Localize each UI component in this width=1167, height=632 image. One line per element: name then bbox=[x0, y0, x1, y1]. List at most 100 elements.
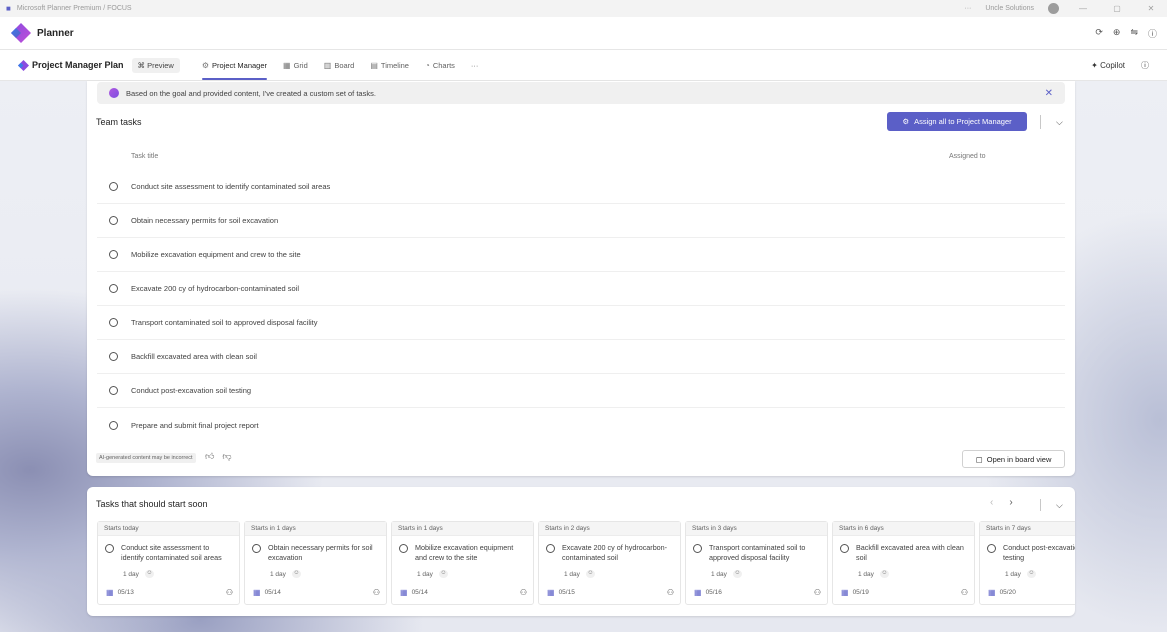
assign-person-icon[interactable]: ⚇ bbox=[667, 588, 674, 597]
tab-project-manager[interactable]: ⚙ Project Manager bbox=[201, 50, 268, 80]
tab-charts[interactable]: ◔ Charts bbox=[425, 50, 455, 80]
task-title: Backfill excavated area with clean soil bbox=[131, 352, 257, 361]
copilot-icon: ⚙ bbox=[201, 60, 209, 70]
start-label: Starts in 7 days bbox=[980, 522, 1075, 536]
copilot-button[interactable]: ✦ Copilot bbox=[1091, 61, 1125, 70]
tab-grid[interactable]: ▦ Grid bbox=[283, 50, 308, 80]
task-checkbox[interactable] bbox=[109, 318, 118, 327]
task-row[interactable]: Backfill excavated area with clean soil bbox=[97, 340, 1065, 374]
task-title: Conduct post-excavation soil testing bbox=[131, 386, 252, 395]
task-card[interactable]: Starts in 1 days Mobilize excavation equ… bbox=[391, 521, 534, 605]
thumbs-up-icon[interactable]: 👍︎ bbox=[205, 451, 214, 462]
task-checkbox[interactable] bbox=[546, 544, 555, 553]
duration: 1 day bbox=[858, 570, 874, 578]
calendar-icon: ▦ bbox=[400, 588, 408, 597]
user-name: Uncle Solutions bbox=[985, 5, 1034, 12]
chevron-right-icon[interactable]: › bbox=[1009, 497, 1012, 508]
globe-icon[interactable]: ⊕ bbox=[1113, 27, 1121, 40]
chevron-down-icon[interactable]: ⌵ bbox=[1056, 500, 1063, 511]
avatar[interactable] bbox=[1048, 3, 1059, 14]
copilot-mini-icon: ☺ bbox=[879, 570, 889, 578]
minimize-button[interactable]: — bbox=[1073, 4, 1093, 13]
app-bar: Planner ⟳ ⊕ ⇋ ⓘ bbox=[0, 17, 1167, 50]
copilot-mini-icon: ☺ bbox=[291, 570, 301, 578]
task-checkbox[interactable] bbox=[109, 420, 118, 430]
start-label: Starts in 1 days bbox=[392, 522, 533, 536]
task-row[interactable]: Transport contaminated soil to approved … bbox=[97, 306, 1065, 340]
chevron-down-icon[interactable]: ⌵ bbox=[1056, 117, 1063, 128]
task-checkbox[interactable] bbox=[399, 544, 408, 553]
assign-person-icon[interactable]: ⚇ bbox=[226, 588, 233, 597]
info-icon[interactable]: ⓘ bbox=[1141, 60, 1149, 71]
refresh-icon[interactable]: ⟳ bbox=[1095, 27, 1103, 40]
task-checkbox[interactable] bbox=[109, 352, 118, 361]
task-card[interactable]: Starts in 2 days Excavate 200 cy of hydr… bbox=[538, 521, 681, 605]
duration: 1 day bbox=[417, 570, 433, 578]
task-checkbox[interactable] bbox=[109, 216, 118, 225]
chart-icon: ◔ bbox=[424, 60, 430, 70]
copilot-mini-icon: ☺ bbox=[585, 570, 595, 578]
task-card[interactable]: Starts in 6 days Backfill excavated area… bbox=[832, 521, 975, 605]
task-card[interactable]: Starts in 1 days Obtain necessary permit… bbox=[244, 521, 387, 605]
task-row[interactable]: Prepare and submit final project report bbox=[97, 408, 1065, 442]
close-window-button[interactable]: ✕ bbox=[1141, 4, 1161, 13]
share-icon[interactable]: ⇋ bbox=[1130, 27, 1138, 40]
maximize-button[interactable]: ▢ bbox=[1107, 4, 1127, 13]
tab-label: Timeline bbox=[380, 60, 409, 70]
due-date: 05/15 bbox=[558, 589, 575, 596]
task-checkbox[interactable] bbox=[109, 284, 118, 293]
col-task-title[interactable]: Task title bbox=[131, 153, 158, 160]
task-checkbox[interactable] bbox=[105, 544, 114, 553]
task-row[interactable]: Obtain necessary permits for soil excava… bbox=[97, 204, 1065, 238]
divider bbox=[1040, 115, 1041, 129]
duration: 1 day bbox=[1005, 570, 1021, 578]
calendar-icon: ▦ bbox=[988, 588, 996, 597]
plan-icon bbox=[18, 59, 29, 71]
task-title: Mobilize excavation equipment and crew t… bbox=[131, 250, 301, 259]
plan-title[interactable]: Project Manager Plan bbox=[32, 60, 124, 70]
task-card[interactable]: Starts today Conduct site assessment to … bbox=[97, 521, 240, 605]
chevron-left-icon[interactable]: ‹ bbox=[990, 497, 993, 508]
preview-badge[interactable]: ⌘ Preview bbox=[131, 57, 180, 73]
window-titlebar: ■ Microsoft Planner Premium / FOCUS ··· … bbox=[0, 0, 1167, 17]
preview-label: Preview bbox=[147, 60, 174, 70]
grid-icon: ▦ bbox=[283, 60, 291, 70]
task-title: Mobilize excavation equipment and crew t… bbox=[415, 543, 514, 562]
assign-person-icon[interactable]: ⚇ bbox=[814, 588, 821, 597]
tab-timeline[interactable]: ▤ Timeline bbox=[370, 50, 409, 80]
col-assigned-to[interactable]: Assigned to bbox=[949, 153, 986, 160]
task-row[interactable]: Conduct site assessment to identify cont… bbox=[97, 170, 1065, 204]
tab-board[interactable]: ▥ Board bbox=[324, 50, 355, 80]
task-row[interactable]: Excavate 200 cy of hydrocarbon-contamina… bbox=[97, 272, 1065, 306]
tab-more[interactable]: ··· bbox=[471, 50, 479, 80]
thumbs-down-icon[interactable]: 👎︎ bbox=[222, 451, 231, 462]
duration: 1 day bbox=[564, 570, 580, 578]
close-icon[interactable]: ✕ bbox=[1045, 88, 1053, 99]
task-checkbox[interactable] bbox=[109, 182, 118, 191]
task-card[interactable]: Starts in 7 days Conduct post-excavation… bbox=[979, 521, 1075, 605]
assign-person-icon[interactable]: ⚇ bbox=[373, 588, 380, 597]
view-tabs: ⚙ Project Manager ▦ Grid ▥ Board ▤ Timel… bbox=[201, 50, 479, 80]
copilot-icon: ✦ bbox=[1091, 60, 1098, 70]
due-date: 05/16 bbox=[705, 589, 722, 596]
task-checkbox[interactable] bbox=[109, 386, 118, 395]
timeline-icon: ▤ bbox=[370, 60, 378, 70]
task-checkbox[interactable] bbox=[987, 544, 996, 553]
task-row[interactable]: Mobilize excavation equipment and crew t… bbox=[97, 238, 1065, 272]
open-board-view-button[interactable]: ▢ Open in board view bbox=[962, 450, 1065, 468]
assign-person-icon[interactable]: ⚇ bbox=[520, 588, 527, 597]
task-title: Conduct site assessment to identify cont… bbox=[121, 543, 222, 562]
task-card[interactable]: Starts in 3 days Transport contaminated … bbox=[685, 521, 828, 605]
calendar-icon: ▦ bbox=[106, 588, 114, 597]
assign-person-icon[interactable]: ⚇ bbox=[961, 588, 968, 597]
info-icon[interactable]: ⓘ bbox=[1148, 27, 1157, 40]
task-row[interactable]: Conduct post-excavation soil testing bbox=[97, 374, 1065, 408]
task-checkbox[interactable] bbox=[693, 544, 702, 553]
window-more[interactable]: ··· bbox=[964, 5, 971, 12]
task-checkbox[interactable] bbox=[840, 544, 849, 553]
task-checkbox[interactable] bbox=[252, 544, 261, 553]
section-title: Tasks that should start soon bbox=[96, 499, 208, 509]
assign-all-button[interactable]: ⚙ Assign all to Project Manager bbox=[887, 112, 1027, 131]
task-checkbox[interactable] bbox=[109, 250, 118, 259]
task-title: Obtain necessary permits for soil excava… bbox=[268, 543, 373, 562]
